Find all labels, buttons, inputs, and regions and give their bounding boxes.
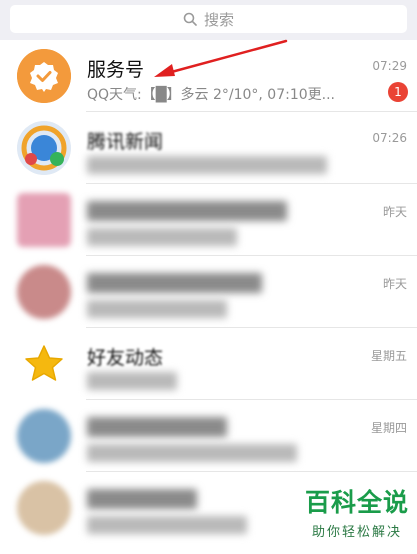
chat-name	[87, 487, 197, 509]
blurred-preview	[87, 372, 177, 390]
avatar	[17, 49, 71, 103]
chat-time: 07:26	[372, 131, 407, 145]
chat-time: 07:29	[372, 59, 407, 73]
chat-time: 星期五	[370, 349, 407, 363]
chat-preview	[87, 516, 247, 534]
chat-time: 星期四	[370, 421, 407, 435]
chat-name: 腾讯新闻	[87, 131, 164, 153]
chat-item-tencent-news[interactable]: 腾讯新闻 07:26	[0, 112, 417, 184]
avatar	[17, 121, 71, 175]
chat-name: 好友动态	[87, 347, 164, 369]
verified-badge-icon	[17, 49, 71, 103]
news-logo-icon	[17, 121, 71, 175]
chat-preview	[87, 372, 177, 390]
avatar	[17, 193, 71, 247]
blurred-name	[87, 200, 287, 221]
chat-list: 服务号 QQ天气:【█】多云 2°/10°, 07:10更... 07:29 1…	[0, 40, 417, 544]
annotation-arrow	[154, 39, 288, 77]
chat-item-friend-feed[interactable]: 好友动态 星期五	[0, 328, 417, 400]
chat-item-group-2[interactable]: 昨天	[0, 256, 417, 328]
chat-preview	[87, 228, 237, 246]
chat-time: 昨天	[382, 277, 407, 291]
chat-name: 服务号	[87, 59, 145, 81]
avatar	[17, 481, 71, 535]
chat-preview	[87, 444, 297, 462]
chat-time: 昨天	[382, 205, 407, 219]
unread-badge: 1	[388, 82, 408, 102]
search-input[interactable]: 搜索	[10, 5, 407, 33]
watermark: 百科全说 助你轻松解决	[305, 483, 409, 540]
chat-preview	[87, 300, 227, 318]
blurred-name	[87, 272, 262, 293]
blurred-preview	[87, 516, 247, 534]
blurred-preview	[87, 228, 237, 246]
blurred-preview	[87, 300, 227, 318]
chat-name	[87, 271, 262, 293]
blurred-preview	[87, 156, 327, 174]
watermark-title: 百科全说	[304, 488, 409, 517]
search-placeholder: 搜索	[203, 10, 234, 29]
chat-preview	[87, 156, 327, 174]
search-icon	[183, 12, 197, 26]
chat-name	[87, 199, 287, 221]
chat-preview: QQ天气:【█】多云 2°/10°, 07:10更...	[87, 87, 336, 103]
avatar	[17, 409, 71, 463]
search-bar: 搜索	[0, 0, 417, 40]
blurred-name	[87, 488, 197, 509]
star-icon	[25, 345, 63, 381]
avatar	[17, 265, 71, 319]
avatar	[17, 337, 71, 391]
chat-item-group-1[interactable]: 昨天	[0, 184, 417, 256]
blurred-preview	[87, 444, 297, 462]
blurred-name	[87, 416, 227, 437]
chat-item-contact-1[interactable]: 星期四	[0, 400, 417, 472]
watermark-subtitle: 助你轻松解决	[311, 525, 402, 540]
chat-name	[87, 415, 227, 437]
